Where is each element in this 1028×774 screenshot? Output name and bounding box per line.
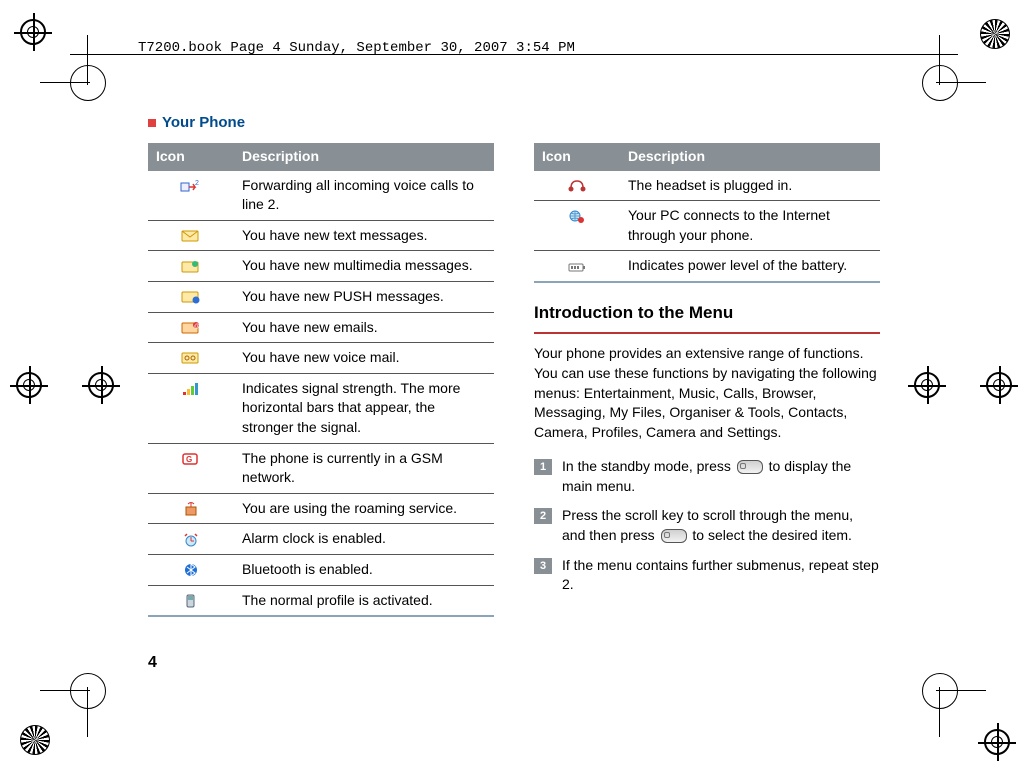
- table-row: You have new text messages.: [148, 220, 494, 251]
- row-desc: You are using the roaming service.: [234, 493, 494, 524]
- row-desc: The headset is plugged in.: [620, 171, 880, 201]
- battery-level-icon: [566, 259, 588, 275]
- registration-target-icon: [986, 372, 1012, 398]
- center-key-icon: [737, 460, 763, 474]
- roaming-icon: [180, 501, 202, 517]
- registration-target-icon: [914, 372, 940, 398]
- row-desc: Indicates power level of the battery.: [620, 251, 880, 282]
- step-number: 2: [534, 508, 552, 524]
- table-row: You have new PUSH messages.: [148, 281, 494, 312]
- step-2: 2 Press the scroll key to scroll through…: [534, 506, 880, 545]
- step-text: If the menu contains further submenus, r…: [562, 556, 880, 595]
- crop-mark-icon: [922, 673, 958, 709]
- icon-table-left: Icon Description 2 Forwarding all incomin…: [148, 143, 494, 617]
- step-text: In the standby mode, press to display th…: [562, 457, 880, 496]
- svg-text:G: G: [186, 455, 192, 464]
- th-desc: Description: [234, 143, 494, 171]
- new-push-icon: [180, 289, 202, 305]
- svg-text:2: 2: [195, 180, 199, 187]
- gsm-network-icon: G: [180, 451, 202, 467]
- table-row: The normal profile is activated.: [148, 585, 494, 616]
- row-desc: You have new emails.: [234, 312, 494, 343]
- center-key-icon: [661, 529, 687, 543]
- section-bullet-icon: [148, 119, 156, 127]
- crop-mark-icon: [922, 65, 958, 101]
- row-desc: The normal profile is activated.: [234, 585, 494, 616]
- step-number: 3: [534, 558, 552, 574]
- normal-profile-icon: [180, 593, 202, 609]
- row-desc: You have new multimedia messages.: [234, 251, 494, 282]
- table-row: The headset is plugged in.: [534, 171, 880, 201]
- step-text: Press the scroll key to scroll through t…: [562, 506, 880, 545]
- table-row: You are using the roaming service.: [148, 493, 494, 524]
- row-desc: You have new PUSH messages.: [234, 281, 494, 312]
- new-email-icon: @: [180, 320, 202, 336]
- signal-strength-icon: [180, 381, 202, 397]
- row-desc: Forwarding all incoming voice calls to l…: [234, 171, 494, 221]
- icon-table-right: Icon Description The headset is plugged …: [534, 143, 880, 283]
- framemaker-header: T7200.book Page 4 Sunday, September 30, …: [138, 39, 575, 59]
- left-column: Icon Description 2 Forwarding all incomin…: [148, 143, 494, 684]
- th-icon: Icon: [534, 143, 620, 171]
- pc-internet-icon: [566, 208, 588, 224]
- table-row: Your PC connects to the Internet through…: [534, 201, 880, 251]
- table-row: Bluetooth is enabled.: [148, 554, 494, 585]
- header-rule: [70, 54, 958, 55]
- alarm-enabled-icon: [180, 532, 202, 548]
- new-mms-icon: [180, 259, 202, 275]
- registration-target-icon: [984, 729, 1010, 755]
- registration-target-icon: [20, 19, 46, 45]
- page: T7200.book Page 4 Sunday, September 30, …: [0, 0, 1028, 774]
- heading-rule: [534, 332, 880, 334]
- registration-mark-icon: [980, 19, 1010, 49]
- section-title: Your Phone: [162, 112, 245, 133]
- row-desc: You have new voice mail.: [234, 343, 494, 374]
- crop-mark-icon: [70, 673, 106, 709]
- registration-target-icon: [88, 372, 114, 398]
- subsection-heading: Introduction to the Menu: [534, 301, 880, 325]
- headset-plugged-icon: [566, 178, 588, 194]
- table-row: G The phone is currently in a GSM network…: [148, 443, 494, 493]
- registration-mark-icon: [20, 725, 50, 755]
- table-row: Indicates power level of the battery.: [534, 251, 880, 282]
- right-column: Icon Description The headset is plugged …: [534, 143, 880, 684]
- bluetooth-enabled-icon: [180, 562, 202, 578]
- svg-text:@: @: [194, 323, 200, 329]
- th-desc: Description: [620, 143, 880, 171]
- row-desc: Alarm clock is enabled.: [234, 524, 494, 555]
- new-text-icon: [180, 228, 202, 244]
- crop-mark-icon: [70, 65, 106, 101]
- step-3: 3 If the menu contains further submenus,…: [534, 556, 880, 595]
- intro-paragraph: Your phone provides an extensive range o…: [534, 344, 880, 443]
- registration-target-icon: [16, 372, 42, 398]
- row-desc: Your PC connects to the Internet through…: [620, 201, 880, 251]
- th-icon: Icon: [148, 143, 234, 171]
- forward-line2-icon: 2: [180, 178, 202, 194]
- row-desc: Indicates signal strength. The more hori…: [234, 373, 494, 443]
- section-header: Your Phone: [148, 112, 880, 133]
- table-row: @ You have new emails.: [148, 312, 494, 343]
- table-row: You have new multimedia messages.: [148, 251, 494, 282]
- table-row: Indicates signal strength. The more hori…: [148, 373, 494, 443]
- row-desc: The phone is currently in a GSM network.: [234, 443, 494, 493]
- page-number: 4: [148, 652, 157, 674]
- row-desc: You have new text messages.: [234, 220, 494, 251]
- table-row: You have new voice mail.: [148, 343, 494, 374]
- new-voicemail-icon: [180, 350, 202, 366]
- table-row: Alarm clock is enabled.: [148, 524, 494, 555]
- row-desc: Bluetooth is enabled.: [234, 554, 494, 585]
- content-area: Your Phone Icon Description 2 Forwarding …: [148, 112, 880, 684]
- step-number: 1: [534, 459, 552, 475]
- step-1: 1 In the standby mode, press to display …: [534, 457, 880, 496]
- table-row: 2 Forwarding all incoming voice calls to …: [148, 171, 494, 221]
